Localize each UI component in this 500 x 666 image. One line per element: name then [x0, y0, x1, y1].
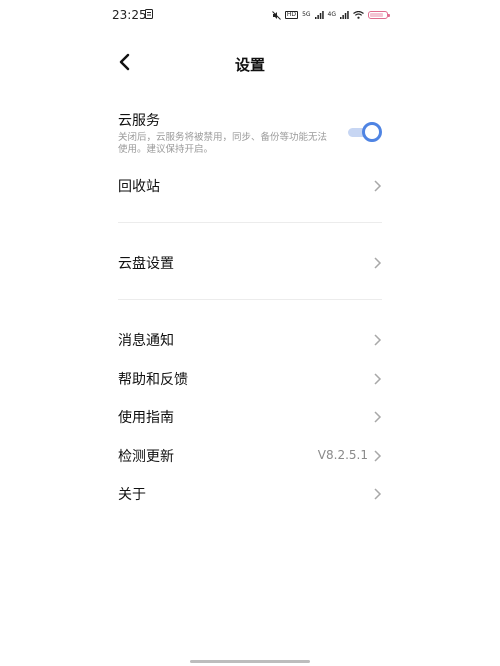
status-bar: 23:25 HD 5G 4G [0, 0, 500, 34]
hd-badge: HD [284, 11, 299, 19]
version-value: V8.2.5.1 [317, 448, 368, 462]
user-guide-label: 使用指南 [118, 410, 174, 426]
recycle-bin-label: 回收站 [118, 179, 160, 195]
setting-recycle-bin[interactable]: 回收站 [118, 176, 382, 196]
chevron-right-icon [374, 180, 382, 192]
battery-icon [368, 11, 390, 19]
notification-icon [145, 9, 153, 19]
chevron-right-icon [374, 411, 382, 423]
notifications-label: 消息通知 [118, 333, 174, 349]
status-icons: HD 5G 4G [272, 8, 390, 22]
chevron-right-icon [374, 488, 382, 500]
chevron-right-icon [374, 450, 382, 462]
help-feedback-label: 帮助和反馈 [118, 372, 188, 388]
setting-notifications[interactable]: 消息通知 [118, 330, 382, 350]
signal-icon-1 [314, 11, 324, 19]
divider [118, 222, 382, 223]
cloud-disk-settings-label: 云盘设置 [118, 256, 174, 272]
about-label: 关于 [118, 487, 146, 503]
setting-help-feedback[interactable]: 帮助和反馈 [118, 369, 382, 389]
cloud-service-description: 关闭后，云服务将被禁用，同步、备份等功能无法使用。建议保持开启。 [118, 132, 328, 155]
status-time: 23:25 [112, 8, 147, 22]
divider [118, 299, 382, 300]
chevron-right-icon [374, 334, 382, 346]
toggle-knob [362, 122, 382, 142]
net-5g-label: 5G [302, 11, 311, 18]
setting-check-update[interactable]: 检测更新 V8.2.5.1 [118, 446, 382, 466]
cloud-service-label: 云服务 [118, 113, 160, 129]
setting-user-guide[interactable]: 使用指南 [118, 407, 382, 427]
wifi-icon [353, 11, 364, 19]
setting-about[interactable]: 关于 [118, 484, 382, 504]
home-indicator[interactable] [190, 660, 310, 663]
net-4g-label: 4G [327, 11, 336, 18]
page-title: 设置 [234, 56, 265, 74]
setting-cloud-service: 云服务 关闭后，云服务将被禁用，同步、备份等功能无法使用。建议保持开启。 [118, 110, 382, 156]
mute-icon [272, 10, 281, 20]
signal-icon-2 [340, 11, 349, 19]
setting-cloud-disk[interactable]: 云盘设置 [118, 253, 382, 273]
chevron-right-icon [374, 373, 382, 385]
chevron-right-icon [374, 257, 382, 269]
cloud-service-toggle[interactable] [346, 122, 382, 142]
